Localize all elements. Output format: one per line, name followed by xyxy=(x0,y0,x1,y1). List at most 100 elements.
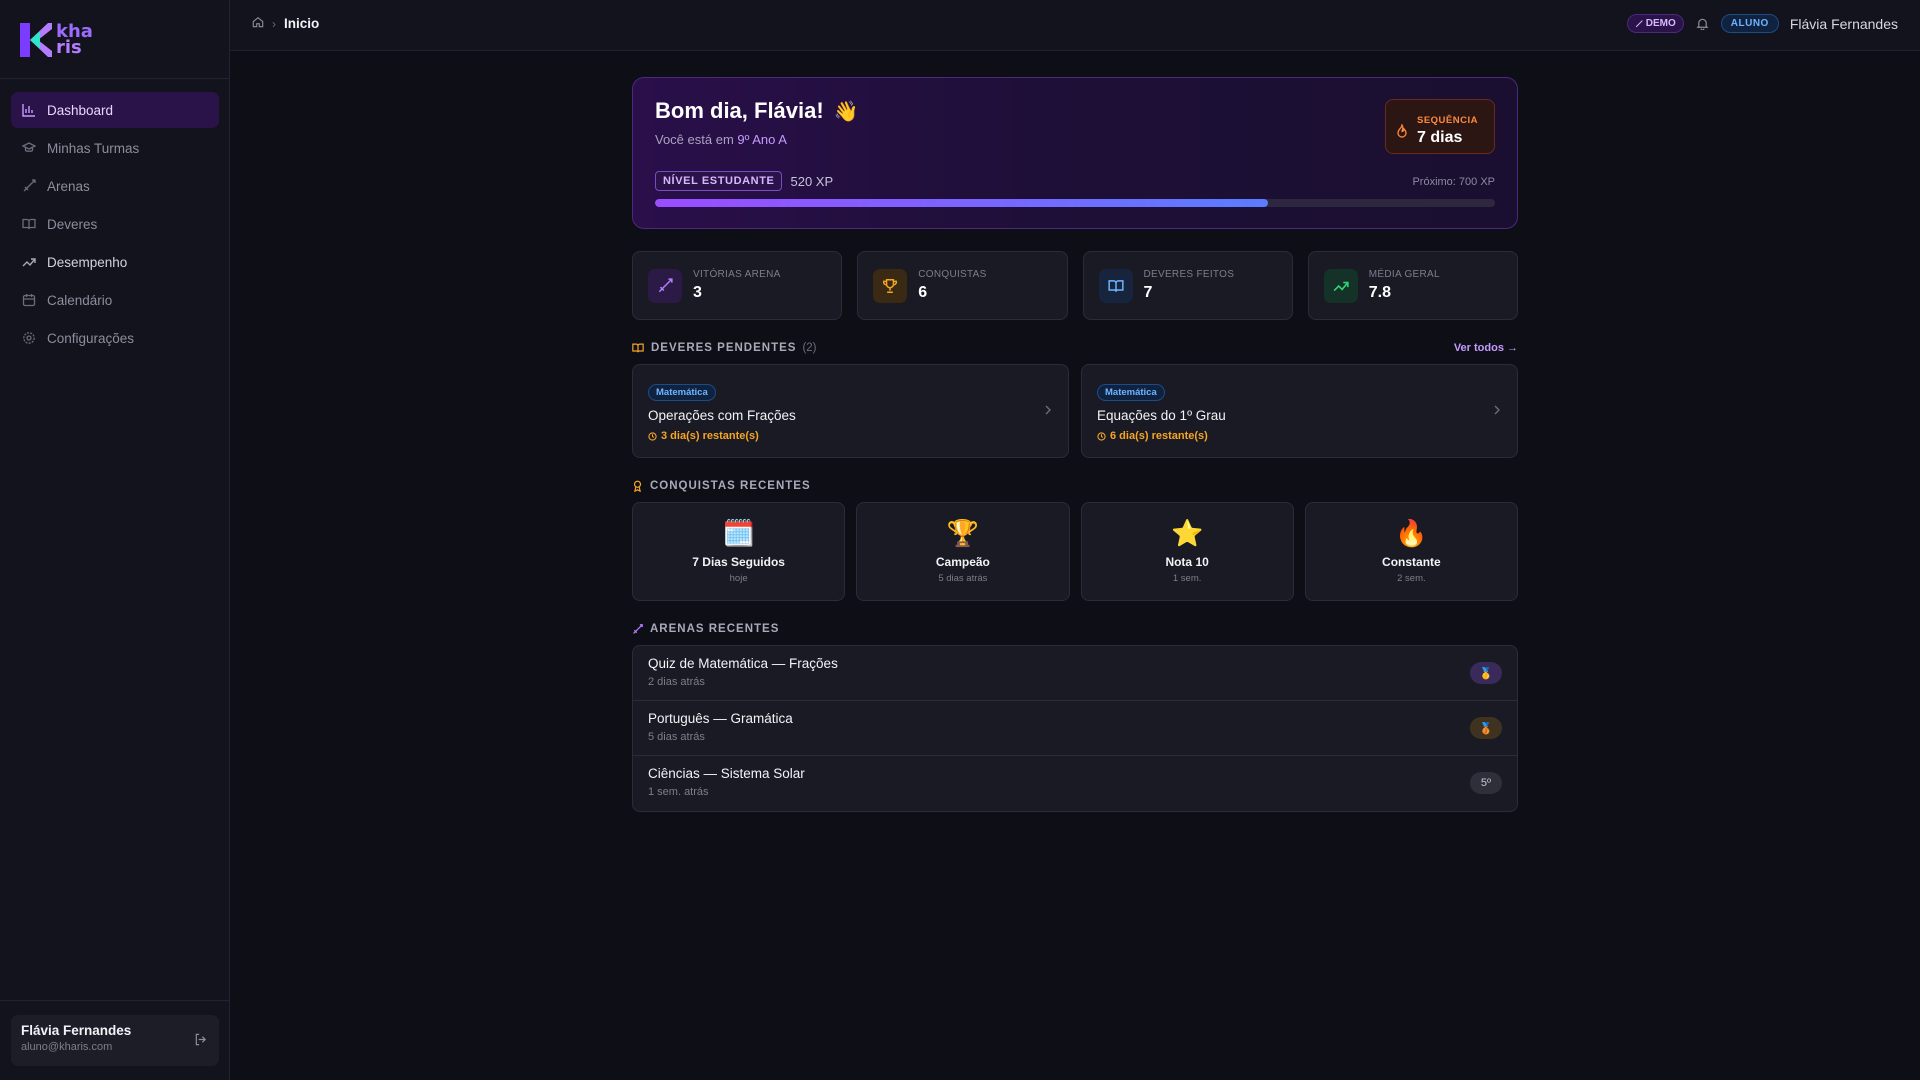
class-name: 9º Ano A xyxy=(737,132,787,147)
achievements-header: CONQUISTAS RECENTES xyxy=(632,480,1518,492)
sidebar-item-minhas-turmas[interactable]: Minhas Turmas xyxy=(11,130,219,166)
demo-label: DEMO xyxy=(1645,18,1676,29)
flame-icon: 🔥 xyxy=(1395,518,1428,548)
streak-card: SEQUÊNCIA 7 dias xyxy=(1385,99,1495,154)
achievement-name: 7 Dias Seguidos xyxy=(692,555,785,569)
homework-title: Operações com Frações xyxy=(648,408,796,423)
stat-value: 3 xyxy=(693,284,702,301)
homework-card[interactable]: Matemática Operações com Frações 3 dia(s… xyxy=(632,364,1069,458)
trophy-icon: 🏆 xyxy=(946,518,980,548)
bell-icon[interactable] xyxy=(1696,17,1709,30)
sidebar-item-dashboard[interactable]: Dashboard xyxy=(11,92,219,128)
xp-progress-fill xyxy=(655,199,1269,207)
welcome-card: Bom dia, Flávia! 👋 Você está em 9º Ano A… xyxy=(632,77,1518,229)
trophy-icon xyxy=(873,268,908,303)
achievement-card[interactable]: 🔥 Constante 2 sem. xyxy=(1304,502,1518,601)
sidebar-item-label: Arenas xyxy=(47,178,90,194)
star-icon: ⭐ xyxy=(1170,518,1204,548)
topbar-right: DEMO ALUNO Flávia Fernandes xyxy=(1626,14,1898,33)
topbar: › Inicio DEMO ALUNO Flávia Fernandes xyxy=(230,0,1920,51)
sidebar-item-label: Dashboard xyxy=(47,102,114,118)
homework-due: 6 dia(s) restante(s) xyxy=(1097,430,1502,442)
achievement-name: Campeão xyxy=(935,555,990,569)
next-level-xp: Próximo: 700 XP xyxy=(1412,176,1495,188)
stats-row: VITÓRIAS ARENA 3 CONQUISTAS 6 DEVERES FE… xyxy=(632,251,1518,320)
kharis-logo[interactable]: kha ris xyxy=(18,18,93,62)
arena-row[interactable]: Quiz de Matemática — Frações 2 dias atrá… xyxy=(633,646,1517,701)
arena-row[interactable]: Ciências — Sistema Solar 1 sem. atrás 5º xyxy=(633,756,1517,811)
level-row: NÍVEL ESTUDANTE 520 XP xyxy=(655,171,833,191)
trending-up-icon xyxy=(1323,268,1358,303)
user-email: aluno@kharis.com xyxy=(21,1041,113,1053)
breadcrumb-current: Inicio xyxy=(284,16,320,31)
stat-value: 7 xyxy=(1143,284,1153,301)
stat-card-homework-done[interactable]: DEVERES FEITOS 7 xyxy=(1082,251,1293,320)
level-badge: NÍVEL ESTUDANTE xyxy=(655,171,783,191)
chevron-right-icon: › xyxy=(272,16,276,31)
sidebar-nav: Dashboard Minhas Turmas Arenas Deveres D… xyxy=(11,92,219,358)
achievement-card[interactable]: 🏆 Campeão 5 dias atrás xyxy=(856,502,1070,601)
stat-card-achievements[interactable]: CONQUISTAS 6 xyxy=(857,251,1068,320)
demo-badge[interactable]: DEMO xyxy=(1626,14,1684,33)
logo-k-icon xyxy=(20,23,52,57)
sidebar-user-card: Flávia Fernandes aluno@kharis.com xyxy=(11,1015,219,1066)
sidebar-item-label: Configurações xyxy=(47,330,135,346)
clock-icon xyxy=(1097,431,1106,441)
sidebar-item-calendario[interactable]: Calendário xyxy=(11,282,219,318)
sidebar-item-desempenho[interactable]: Desempenho xyxy=(11,244,219,280)
logout-icon[interactable] xyxy=(194,1033,207,1049)
achievement-name: Nota 10 xyxy=(1165,555,1209,569)
medal-icon xyxy=(632,480,643,492)
stat-card-average[interactable]: MÉDIA GERAL 7.8 xyxy=(1307,251,1518,320)
graduation-cap-icon xyxy=(22,141,36,155)
bronze-medal-icon: 🥉 xyxy=(1470,717,1502,739)
home-icon[interactable] xyxy=(252,16,264,31)
sidebar-item-arenas[interactable]: Arenas xyxy=(11,168,219,204)
arena-date: 1 sem. atrás xyxy=(648,786,709,798)
section-title-text: CONQUISTAS RECENTES xyxy=(650,480,811,492)
recent-arenas-list: Quiz de Matemática — Frações 2 dias atrá… xyxy=(632,645,1518,812)
view-all-link[interactable]: Ver todos → xyxy=(1454,342,1518,354)
chevron-right-icon xyxy=(1493,403,1501,419)
streak-label: SEQUÊNCIA xyxy=(1417,114,1478,126)
logo-wordmark: kha ris xyxy=(56,21,93,58)
dashboard-main: Bom dia, Flávia! 👋 Você está em 9º Ano A… xyxy=(632,77,1518,812)
stat-label: VITÓRIAS ARENA xyxy=(693,269,781,280)
arena-date: 2 dias atrás xyxy=(648,676,705,688)
chevron-right-icon xyxy=(1044,403,1052,419)
streak-value: 7 dias xyxy=(1417,128,1463,146)
trending-up-icon xyxy=(22,255,36,269)
recent-arenas-header: ARENAS RECENTES xyxy=(632,623,1518,635)
homework-card[interactable]: Matemática Equações do 1º Grau 6 dia(s) … xyxy=(1081,364,1518,458)
class-prefix: Você está em xyxy=(655,132,738,147)
sidebar-item-label: Minhas Turmas xyxy=(47,140,140,156)
sidebar-divider xyxy=(0,1000,229,1001)
arena-row[interactable]: Português — Gramática 5 dias atrás 🥉 xyxy=(633,701,1517,756)
flame-icon xyxy=(1396,123,1408,138)
arena-name: Quiz de Matemática — Frações xyxy=(648,656,838,671)
subject-badge: Matemática xyxy=(648,384,716,401)
sidebar: kha ris Dashboard Minhas Turmas Arenas D… xyxy=(0,0,230,1080)
user-name: Flávia Fernandes xyxy=(21,1023,132,1038)
achievement-date: 5 dias atrás xyxy=(938,573,988,584)
sword-icon xyxy=(632,623,643,635)
achievement-card[interactable]: ⭐ Nota 10 1 sem. xyxy=(1080,502,1294,601)
stat-card-arena-wins[interactable]: VITÓRIAS ARENA 3 xyxy=(632,251,843,320)
sidebar-item-configuracoes[interactable]: Configurações xyxy=(11,320,219,356)
sword-icon xyxy=(1635,19,1643,28)
xp-value: 520 XP xyxy=(790,173,834,189)
book-open-icon xyxy=(22,217,36,231)
wave-icon: 👋 xyxy=(833,100,859,123)
topbar-user-name[interactable]: Flávia Fernandes xyxy=(1790,16,1898,32)
book-open-icon xyxy=(632,342,644,354)
arena-name: Ciências — Sistema Solar xyxy=(648,766,805,781)
gold-medal-icon: 🥇 xyxy=(1470,662,1502,684)
subject-badge: Matemática xyxy=(1097,384,1165,401)
sword-icon xyxy=(22,179,36,193)
stat-value: 7.8 xyxy=(1368,284,1391,301)
clock-icon xyxy=(648,431,657,441)
sidebar-item-deveres[interactable]: Deveres xyxy=(11,206,219,242)
section-title-text: ARENAS RECENTES xyxy=(650,623,780,635)
achievement-card[interactable]: 🗓️ 7 Dias Seguidos hoje xyxy=(632,502,846,601)
achievement-date: 1 sem. xyxy=(1172,573,1202,584)
